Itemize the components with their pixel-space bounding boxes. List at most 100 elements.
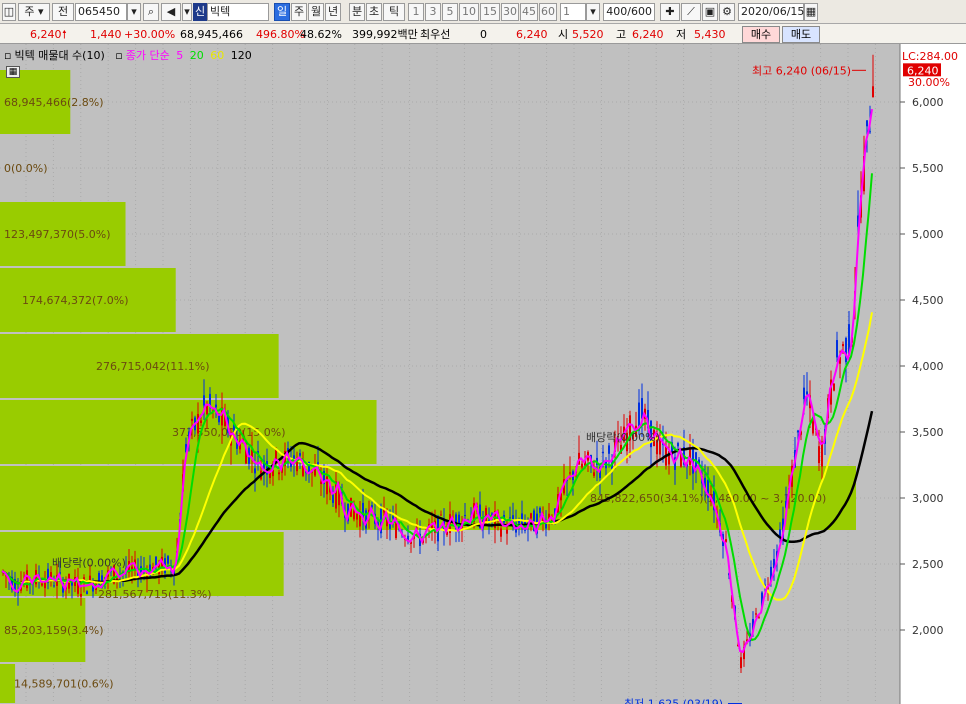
volume-profile-label: 174,674,372(7.0%): [22, 294, 129, 307]
legend-box-icon: ▫: [4, 49, 12, 62]
low-annotation: 최저 1,625 (03/19): [624, 698, 723, 704]
candle-body: [326, 476, 328, 495]
count-input[interactable]: 400/600: [603, 3, 655, 21]
y-tick-label: 4,500: [912, 294, 944, 307]
legend-ma60: 60: [210, 49, 225, 62]
speaker-dropdown-icon[interactable]: ▾: [182, 3, 192, 21]
change-percent: +30.00%: [124, 28, 176, 41]
crosshair-icon[interactable]: ✚: [660, 3, 680, 21]
best-bid-label: 최우선: [420, 28, 451, 41]
interval-3[interactable]: 3: [425, 3, 441, 21]
y-axis-panel: [900, 44, 966, 704]
candle-body: [806, 391, 808, 395]
speaker-icon[interactable]: ◀︎: [161, 3, 181, 21]
candle-body: [803, 387, 805, 400]
candle-body: [740, 657, 742, 669]
low-value: 5,430: [694, 28, 726, 41]
interval-5[interactable]: 5: [442, 3, 458, 21]
volume-ratio: 496.80%: [256, 28, 305, 41]
candle-body: [836, 340, 838, 358]
interval-30[interactable]: 30: [501, 3, 519, 21]
candle-body: [509, 517, 511, 519]
interval-15[interactable]: 15: [480, 3, 500, 21]
legend-ma120: 120: [230, 49, 252, 62]
period-tick-tab[interactable]: 틱: [383, 3, 405, 21]
code-dropdown-icon[interactable]: ▾: [127, 3, 141, 21]
high-label: 고: [616, 28, 627, 41]
candle-body: [539, 507, 541, 513]
candle-body: [278, 472, 280, 475]
legend-volume-profile: 빅텍 매물대 수(10): [14, 49, 105, 62]
up-arrow-icon: 🠕: [62, 28, 67, 41]
dividend-label: 배당락(0.00%): [52, 557, 126, 570]
candle-body: [821, 441, 823, 467]
market-type-select[interactable]: 주 ▾: [18, 3, 50, 21]
candle-body: [197, 414, 199, 434]
legend-ma-label: 종가 단순: [125, 49, 170, 62]
candle-body: [818, 446, 820, 464]
y-tick-label: 5,500: [912, 162, 944, 175]
dividend-label: 배당락(0.00%): [586, 431, 660, 444]
date-input[interactable]: 2020/06/15: [738, 3, 804, 21]
current-price: 6,240: [30, 28, 62, 41]
sell-button[interactable]: 매도: [782, 26, 820, 43]
period-day-tab[interactable]: 일: [274, 3, 290, 21]
search-icon[interactable]: ⌕: [143, 3, 159, 21]
save-icon[interactable]: ▣: [702, 3, 718, 21]
candle-body: [215, 404, 217, 408]
period-month-tab[interactable]: 월: [308, 3, 324, 21]
interval-dropdown-icon[interactable]: ▾: [586, 3, 600, 21]
interval-45[interactable]: 45: [520, 3, 538, 21]
candle-body: [353, 510, 355, 520]
period-week-tab[interactable]: 주: [291, 3, 307, 21]
window-menu-icon[interactable]: ◫: [2, 3, 16, 21]
volume-profile-bar: [0, 664, 16, 703]
volume-profile-label: 14,589,701(0.6%): [14, 678, 114, 691]
candle-body: [569, 472, 571, 474]
candle-body: [41, 583, 43, 586]
period-second-tab[interactable]: 초: [366, 3, 382, 21]
upper-limit-pct: 30.00%: [908, 76, 950, 89]
volume-profile-label: 85,203,159(3.4%): [4, 624, 104, 637]
count-max: /600: [627, 5, 652, 18]
interval-60[interactable]: 60: [539, 3, 557, 21]
market-type-value: 주: [24, 5, 35, 18]
candle-body: [299, 453, 301, 456]
candle-body: [797, 430, 799, 433]
candle-body: [677, 443, 679, 447]
gear-icon[interactable]: ⚙: [719, 3, 735, 21]
y-tick-label: 3,500: [912, 426, 944, 439]
stock-code-input[interactable]: 065450: [75, 3, 127, 21]
period-minute-tab[interactable]: 분: [349, 3, 365, 21]
candle-body: [602, 451, 604, 454]
candle-body: [608, 445, 610, 454]
table-toggle-icon[interactable]: ▦: [6, 66, 20, 78]
candle-body: [845, 337, 847, 363]
price-chart[interactable]: 68,945,466(2.8%) 0(0.0%) 123,497,370(5.0%)…: [0, 44, 966, 704]
candle-body: [218, 414, 220, 423]
prev-button[interactable]: 전: [52, 3, 74, 21]
candle-body: [356, 513, 358, 520]
interval-input[interactable]: 1: [560, 3, 586, 21]
buy-button[interactable]: 매수: [742, 26, 780, 43]
volume-profile-label: 276,715,042(11.1%): [96, 360, 210, 373]
interval-1[interactable]: 1: [408, 3, 424, 21]
open-value: 5,520: [572, 28, 604, 41]
interval-10[interactable]: 10: [459, 3, 479, 21]
candle-body: [464, 515, 466, 517]
y-tick-label: 3,000: [912, 492, 944, 505]
open-label: 시: [558, 28, 569, 41]
candle-body: [758, 617, 760, 619]
period-year-tab[interactable]: 년: [325, 3, 341, 21]
candle-body: [842, 344, 844, 347]
stock-name-field[interactable]: 빅텍: [207, 3, 269, 21]
legend-ma5: 5: [176, 49, 184, 62]
volume-profile-label: 123,497,370(5.0%): [4, 228, 111, 241]
candle-body: [866, 120, 868, 127]
calendar-icon[interactable]: ▦: [804, 3, 818, 21]
candle-body: [500, 528, 502, 537]
candle-body: [440, 514, 442, 516]
candle-body: [53, 585, 55, 587]
volume-profile-label: 68,945,466(2.8%): [4, 96, 104, 109]
line-tool-icon[interactable]: ⟋: [681, 3, 701, 21]
